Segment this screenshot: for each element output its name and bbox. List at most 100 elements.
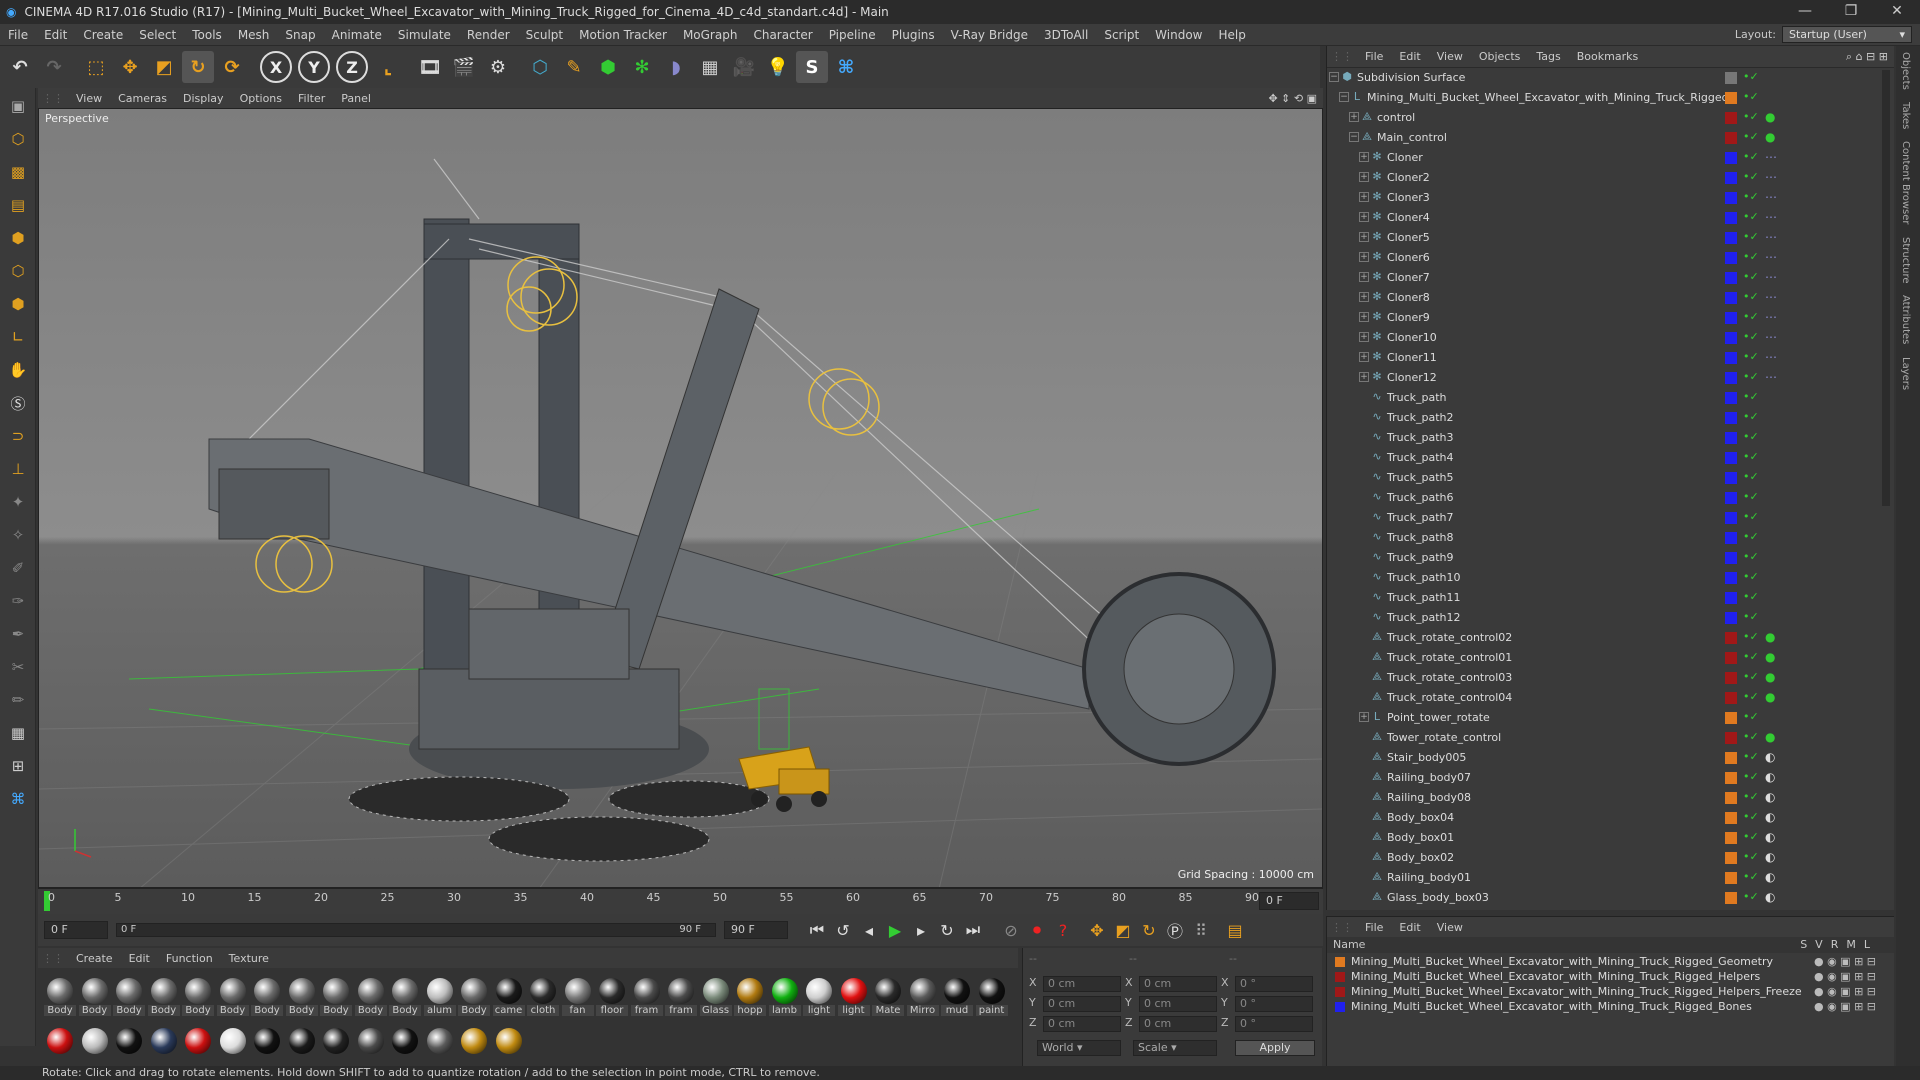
object-row[interactable]: + ✻ Cloner7 •✓ ⋯ [1327,268,1887,288]
layer-color-swatch[interactable] [1725,632,1737,644]
side-tab-attributes[interactable]: Attributes [1896,289,1915,350]
play-icon[interactable]: ▶ [882,917,908,943]
material-item[interactable]: fram [630,978,663,1016]
deformer-icon[interactable]: ◗ [660,51,692,83]
object-row[interactable]: ⟁ Railing_body07 •✓ ◐ [1327,768,1887,788]
sculpt-knife-icon[interactable]: ✂ [3,652,33,682]
x-axis-lock-button[interactable]: X [260,51,292,83]
object-row[interactable]: + ✻ Cloner6 •✓ ⋯ [1327,248,1887,268]
expand-toggle-icon[interactable]: − [1349,132,1359,142]
layer-color-swatch[interactable] [1725,572,1737,584]
layer-color-swatch[interactable] [1725,492,1737,504]
material-item[interactable] [286,1028,318,1054]
material-item[interactable]: light [837,978,870,1016]
object-row[interactable]: + ✻ Cloner11 •✓ ⋯ [1327,348,1887,368]
material-item[interactable]: Body [113,978,145,1016]
close-icon[interactable]: ✕ [1874,0,1920,24]
material-item[interactable]: fram [665,978,697,1016]
workplane-lock-icon[interactable]: ⊥ [3,454,33,484]
material-item[interactable]: Body [354,978,387,1016]
material-item[interactable]: fan [561,978,594,1016]
visibility-check-icon[interactable]: •✓ [1743,250,1759,263]
material-menu-texture[interactable]: Texture [221,952,277,965]
object-row[interactable]: ∿ Truck_path10 •✓ [1327,568,1887,588]
visibility-check-icon[interactable]: •✓ [1743,550,1759,563]
material-item[interactable]: Glass [699,978,732,1016]
material-item[interactable]: Body [44,978,76,1016]
object-row[interactable]: + ✻ Cloner8 •✓ ⋯ [1327,288,1887,308]
camera-icon[interactable]: 🎥 [728,51,760,83]
object-tag-icon[interactable]: ⋯ [1765,190,1777,204]
object-row[interactable]: ⟁ Truck_rotate_control01 •✓ ● [1327,648,1887,668]
perspective-viewport[interactable]: Perspective Grid Spacing: 10000 cm [38,108,1323,888]
expand-toggle-icon[interactable]: + [1359,352,1369,362]
material-item[interactable] [355,1028,387,1054]
visibility-check-icon[interactable]: •✓ [1743,730,1759,743]
layer-color-swatch[interactable] [1725,292,1737,304]
menu-render[interactable]: Render [459,28,518,42]
layer-color-swatch[interactable] [1725,92,1737,104]
object-tag-icon[interactable]: ◐ [1765,810,1775,824]
object-row[interactable]: + ✻ Cloner12 •✓ ⋯ [1327,368,1887,388]
material-item[interactable] [217,1028,249,1054]
scale-icon[interactable]: ◩ [148,51,180,83]
object-row[interactable]: + ✻ Cloner3 •✓ ⋯ [1327,188,1887,208]
move-icon[interactable]: ✥ [114,51,146,83]
expand-toggle-icon[interactable]: + [1359,372,1369,382]
z-axis-lock-button[interactable]: Z [336,51,368,83]
object-tag-icon[interactable]: ◐ [1765,830,1775,844]
layer-color-swatch[interactable] [1725,512,1737,524]
menu-pipeline[interactable]: Pipeline [821,28,884,42]
object-row[interactable]: + ✻ Cloner5 •✓ ⋯ [1327,228,1887,248]
material-item[interactable]: Body [147,978,180,1016]
object-tag-icon[interactable]: ● [1765,650,1775,664]
object-menu-file[interactable]: File [1357,50,1391,63]
object-row[interactable]: + ✻ Cloner4 •✓ ⋯ [1327,208,1887,228]
menu-motion-tracker[interactable]: Motion Tracker [571,28,675,42]
layer-color-swatch[interactable] [1725,352,1737,364]
material-item[interactable]: Body [251,978,283,1016]
timeline-ruler[interactable]: 0 5 10 15 20 25 30 35 40 45 50 55 60 65 70 75 80 85 90 0 F [38,888,1323,914]
layer-color-swatch[interactable] [1725,592,1737,604]
expand-toggle-icon[interactable]: + [1359,292,1369,302]
side-tab-objects[interactable]: Objects [1896,46,1915,96]
expand-toggle-icon[interactable]: + [1359,152,1369,162]
points-mode-icon[interactable]: ⬢ [3,223,33,253]
layer-color-swatch[interactable] [1725,532,1737,544]
visibility-check-icon[interactable]: •✓ [1743,170,1759,183]
object-row[interactable]: ⟁ Truck_rotate_control04 •✓ ● [1327,688,1887,708]
visibility-check-icon[interactable]: •✓ [1743,490,1759,503]
sculpt-inflate-icon[interactable]: ✒ [3,619,33,649]
expand-toggle-icon[interactable]: + [1359,192,1369,202]
visibility-check-icon[interactable]: •✓ [1743,670,1759,683]
expand-toggle-icon[interactable]: + [1359,312,1369,322]
material-item[interactable]: Mirro [906,978,939,1016]
key-parameter-icon[interactable]: Ⓟ [1162,917,1188,943]
material-item[interactable] [458,1028,490,1054]
object-row[interactable]: ∿ Truck_path •✓ [1327,388,1887,408]
object-tag-icon[interactable]: ⋯ [1765,230,1777,244]
layer-color-swatch[interactable] [1725,892,1737,904]
visibility-check-icon[interactable]: •✓ [1743,230,1759,243]
visibility-check-icon[interactable]: •✓ [1743,710,1759,723]
object-tag-icon[interactable]: ◐ [1765,750,1775,764]
object-tag-icon[interactable]: ◐ [1765,770,1775,784]
object-row[interactable]: ∿ Truck_path9 •✓ [1327,548,1887,568]
object-row[interactable]: ∿ Truck_path12 •✓ [1327,608,1887,628]
layer-color-swatch[interactable] [1725,712,1737,724]
menu-window[interactable]: Window [1147,28,1210,42]
layer-color-swatch[interactable] [1725,232,1737,244]
visibility-check-icon[interactable]: •✓ [1743,750,1759,763]
visibility-check-icon[interactable]: •✓ [1743,310,1759,323]
go-to-end-icon[interactable]: ⏭ [960,917,986,943]
material-item[interactable]: floor [596,978,628,1016]
viewport-nav-icons[interactable]: ✥ ⇕ ⟲ ▣ [1268,92,1323,105]
coordinate-mode-dropdown[interactable]: World ▾ [1037,1040,1121,1056]
material-item[interactable] [320,1028,352,1054]
coord-value-field[interactable]: 0 cm [1139,996,1217,1012]
object-tag-icon[interactable]: ◐ [1765,870,1775,884]
coord-value-field[interactable]: 0 ° [1235,1016,1313,1032]
y-axis-lock-button[interactable]: Y [298,51,330,83]
menu-select[interactable]: Select [131,28,184,42]
magnet-icon[interactable]: ⊃ [3,421,33,451]
